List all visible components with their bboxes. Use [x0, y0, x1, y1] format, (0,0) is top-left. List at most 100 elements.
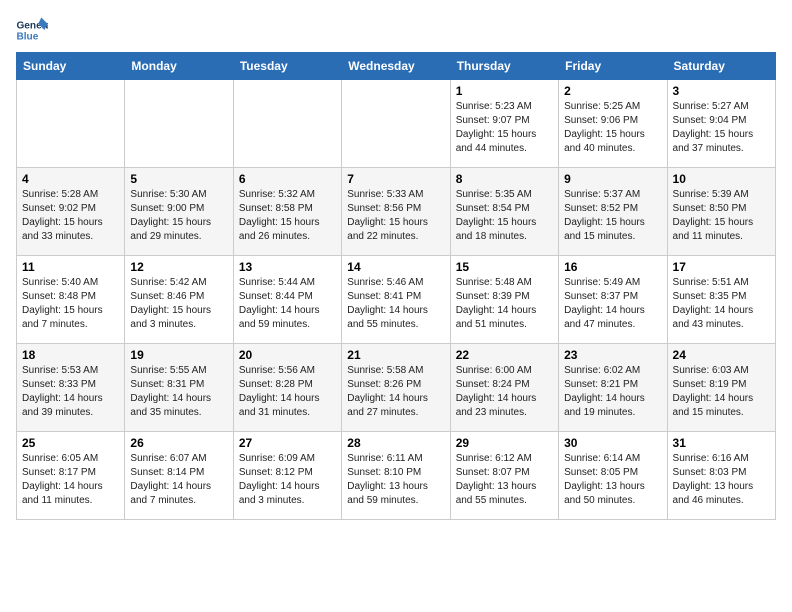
cell-info-text: Sunrise: 5:58 AM Sunset: 8:26 PM Dayligh… [347, 364, 444, 420]
cell-info-text: Sunrise: 5:25 AM Sunset: 9:06 PM Dayligh… [564, 100, 661, 156]
cell-date-number: 11 [22, 260, 119, 274]
calendar-cell [233, 80, 341, 168]
cell-date-number: 3 [673, 84, 770, 98]
calendar-cell: 14 Sunrise: 5:46 AM Sunset: 8:41 PM Dayli… [342, 256, 450, 344]
cell-info-text: Sunrise: 5:35 AM Sunset: 8:54 PM Dayligh… [456, 188, 553, 244]
calendar-cell: 25 Sunrise: 6:05 AM Sunset: 8:17 PM Dayli… [17, 432, 125, 520]
calendar-cell: 15 Sunrise: 5:48 AM Sunset: 8:39 PM Dayli… [450, 256, 558, 344]
cell-date-number: 25 [22, 436, 119, 450]
header-row: SundayMondayTuesdayWednesdayThursdayFrid… [17, 53, 776, 80]
calendar-cell: 11 Sunrise: 5:40 AM Sunset: 8:48 PM Dayli… [17, 256, 125, 344]
cell-info-text: Sunrise: 6:05 AM Sunset: 8:17 PM Dayligh… [22, 452, 119, 508]
cell-info-text: Sunrise: 5:49 AM Sunset: 8:37 PM Dayligh… [564, 276, 661, 332]
calendar-cell: 26Sunrise: 6:07 AM Sunset: 8:14 PM Dayli… [125, 432, 233, 520]
cell-date-number: 24 [673, 348, 770, 362]
calendar-cell: 3 Sunrise: 5:27 AM Sunset: 9:04 PM Daylig… [667, 80, 775, 168]
calendar-cell [342, 80, 450, 168]
calendar-cell: 22 Sunrise: 6:00 AM Sunset: 8:24 PM Dayli… [450, 344, 558, 432]
cell-info-text: Sunrise: 5:55 AM Sunset: 8:31 PM Dayligh… [130, 364, 227, 420]
cell-info-text: Sunrise: 5:23 AM Sunset: 9:07 PM Dayligh… [456, 100, 553, 156]
cell-date-number: 31 [673, 436, 770, 450]
weekday-header-friday: Friday [559, 53, 667, 80]
cell-info-text: Sunrise: 5:42 AM Sunset: 8:46 PM Dayligh… [130, 276, 227, 332]
cell-date-number: 5 [130, 172, 227, 186]
logo: General Blue [16, 16, 56, 44]
calendar-cell: 27 Sunrise: 6:09 AM Sunset: 8:12 PM Dayli… [233, 432, 341, 520]
calendar-cell: 6 Sunrise: 5:32 AM Sunset: 8:58 PM Daylig… [233, 168, 341, 256]
cell-date-number: 30 [564, 436, 661, 450]
cell-date-number: 12 [130, 260, 227, 274]
cell-info-text: Sunrise: 5:46 AM Sunset: 8:41 PM Dayligh… [347, 276, 444, 332]
calendar-cell [125, 80, 233, 168]
cell-date-number: 14 [347, 260, 444, 274]
weekday-header-monday: Monday [125, 53, 233, 80]
calendar-cell: 28 Sunrise: 6:11 AM Sunset: 8:10 PM Dayli… [342, 432, 450, 520]
calendar-week-2: 4 Sunrise: 5:28 AM Sunset: 9:02 PM Daylig… [17, 168, 776, 256]
cell-date-number: 9 [564, 172, 661, 186]
cell-date-number: 29 [456, 436, 553, 450]
calendar-cell: 9 Sunrise: 5:37 AM Sunset: 8:52 PM Daylig… [559, 168, 667, 256]
calendar-cell: 17 Sunrise: 5:51 AM Sunset: 8:35 PM Dayli… [667, 256, 775, 344]
calendar-week-1: 1Sunrise: 5:23 AM Sunset: 9:07 PM Daylig… [17, 80, 776, 168]
cell-date-number: 2 [564, 84, 661, 98]
cell-info-text: Sunrise: 6:02 AM Sunset: 8:21 PM Dayligh… [564, 364, 661, 420]
calendar-week-4: 18 Sunrise: 5:53 AM Sunset: 8:33 PM Dayli… [17, 344, 776, 432]
cell-date-number: 19 [130, 348, 227, 362]
cell-date-number: 18 [22, 348, 119, 362]
calendar-week-3: 11 Sunrise: 5:40 AM Sunset: 8:48 PM Dayli… [17, 256, 776, 344]
weekday-header-sunday: Sunday [17, 53, 125, 80]
cell-info-text: Sunrise: 5:27 AM Sunset: 9:04 PM Dayligh… [673, 100, 770, 156]
svg-text:Blue: Blue [16, 31, 38, 42]
cell-info-text: Sunrise: 5:48 AM Sunset: 8:39 PM Dayligh… [456, 276, 553, 332]
calendar-cell: 20Sunrise: 5:56 AM Sunset: 8:28 PM Dayli… [233, 344, 341, 432]
calendar-cell: 2 Sunrise: 5:25 AM Sunset: 9:06 PM Daylig… [559, 80, 667, 168]
cell-date-number: 13 [239, 260, 336, 274]
calendar-table: SundayMondayTuesdayWednesdayThursdayFrid… [16, 52, 776, 520]
cell-date-number: 15 [456, 260, 553, 274]
weekday-header-wednesday: Wednesday [342, 53, 450, 80]
cell-date-number: 23 [564, 348, 661, 362]
cell-info-text: Sunrise: 6:00 AM Sunset: 8:24 PM Dayligh… [456, 364, 553, 420]
cell-date-number: 7 [347, 172, 444, 186]
cell-info-text: Sunrise: 5:39 AM Sunset: 8:50 PM Dayligh… [673, 188, 770, 244]
cell-date-number: 16 [564, 260, 661, 274]
calendar-cell: 8 Sunrise: 5:35 AM Sunset: 8:54 PM Daylig… [450, 168, 558, 256]
cell-date-number: 20 [239, 348, 336, 362]
cell-info-text: Sunrise: 5:28 AM Sunset: 9:02 PM Dayligh… [22, 188, 119, 244]
calendar-cell: 19 Sunrise: 5:55 AM Sunset: 8:31 PM Dayli… [125, 344, 233, 432]
calendar-cell: 21 Sunrise: 5:58 AM Sunset: 8:26 PM Dayli… [342, 344, 450, 432]
cell-date-number: 28 [347, 436, 444, 450]
cell-info-text: Sunrise: 6:03 AM Sunset: 8:19 PM Dayligh… [673, 364, 770, 420]
cell-info-text: Sunrise: 5:33 AM Sunset: 8:56 PM Dayligh… [347, 188, 444, 244]
page-header: General Blue [16, 16, 776, 44]
cell-date-number: 21 [347, 348, 444, 362]
calendar-cell: 23 Sunrise: 6:02 AM Sunset: 8:21 PM Dayli… [559, 344, 667, 432]
cell-date-number: 4 [22, 172, 119, 186]
cell-info-text: Sunrise: 6:07 AM Sunset: 8:14 PM Dayligh… [130, 452, 227, 508]
cell-info-text: Sunrise: 5:40 AM Sunset: 8:48 PM Dayligh… [22, 276, 119, 332]
cell-date-number: 10 [673, 172, 770, 186]
calendar-week-5: 25 Sunrise: 6:05 AM Sunset: 8:17 PM Dayli… [17, 432, 776, 520]
cell-info-text: Sunrise: 5:44 AM Sunset: 8:44 PM Dayligh… [239, 276, 336, 332]
cell-info-text: Sunrise: 5:53 AM Sunset: 8:33 PM Dayligh… [22, 364, 119, 420]
cell-date-number: 27 [239, 436, 336, 450]
cell-date-number: 6 [239, 172, 336, 186]
calendar-cell: 12 Sunrise: 5:42 AM Sunset: 8:46 PM Dayli… [125, 256, 233, 344]
calendar-cell [17, 80, 125, 168]
calendar-cell: 10 Sunrise: 5:39 AM Sunset: 8:50 PM Dayli… [667, 168, 775, 256]
cell-info-text: Sunrise: 5:30 AM Sunset: 9:00 PM Dayligh… [130, 188, 227, 244]
calendar-cell: 31 Sunrise: 6:16 AM Sunset: 8:03 PM Dayli… [667, 432, 775, 520]
calendar-cell: 5 Sunrise: 5:30 AM Sunset: 9:00 PM Daylig… [125, 168, 233, 256]
cell-info-text: Sunrise: 6:11 AM Sunset: 8:10 PM Dayligh… [347, 452, 444, 508]
cell-date-number: 17 [673, 260, 770, 274]
cell-info-text: Sunrise: 6:09 AM Sunset: 8:12 PM Dayligh… [239, 452, 336, 508]
cell-info-text: Sunrise: 5:32 AM Sunset: 8:58 PM Dayligh… [239, 188, 336, 244]
cell-info-text: Sunrise: 5:37 AM Sunset: 8:52 PM Dayligh… [564, 188, 661, 244]
calendar-cell: 30Sunrise: 6:14 AM Sunset: 8:05 PM Dayli… [559, 432, 667, 520]
logo-icon: General Blue [16, 16, 48, 44]
weekday-header-thursday: Thursday [450, 53, 558, 80]
cell-info-text: Sunrise: 6:16 AM Sunset: 8:03 PM Dayligh… [673, 452, 770, 508]
cell-date-number: 22 [456, 348, 553, 362]
cell-date-number: 8 [456, 172, 553, 186]
cell-info-text: Sunrise: 5:51 AM Sunset: 8:35 PM Dayligh… [673, 276, 770, 332]
